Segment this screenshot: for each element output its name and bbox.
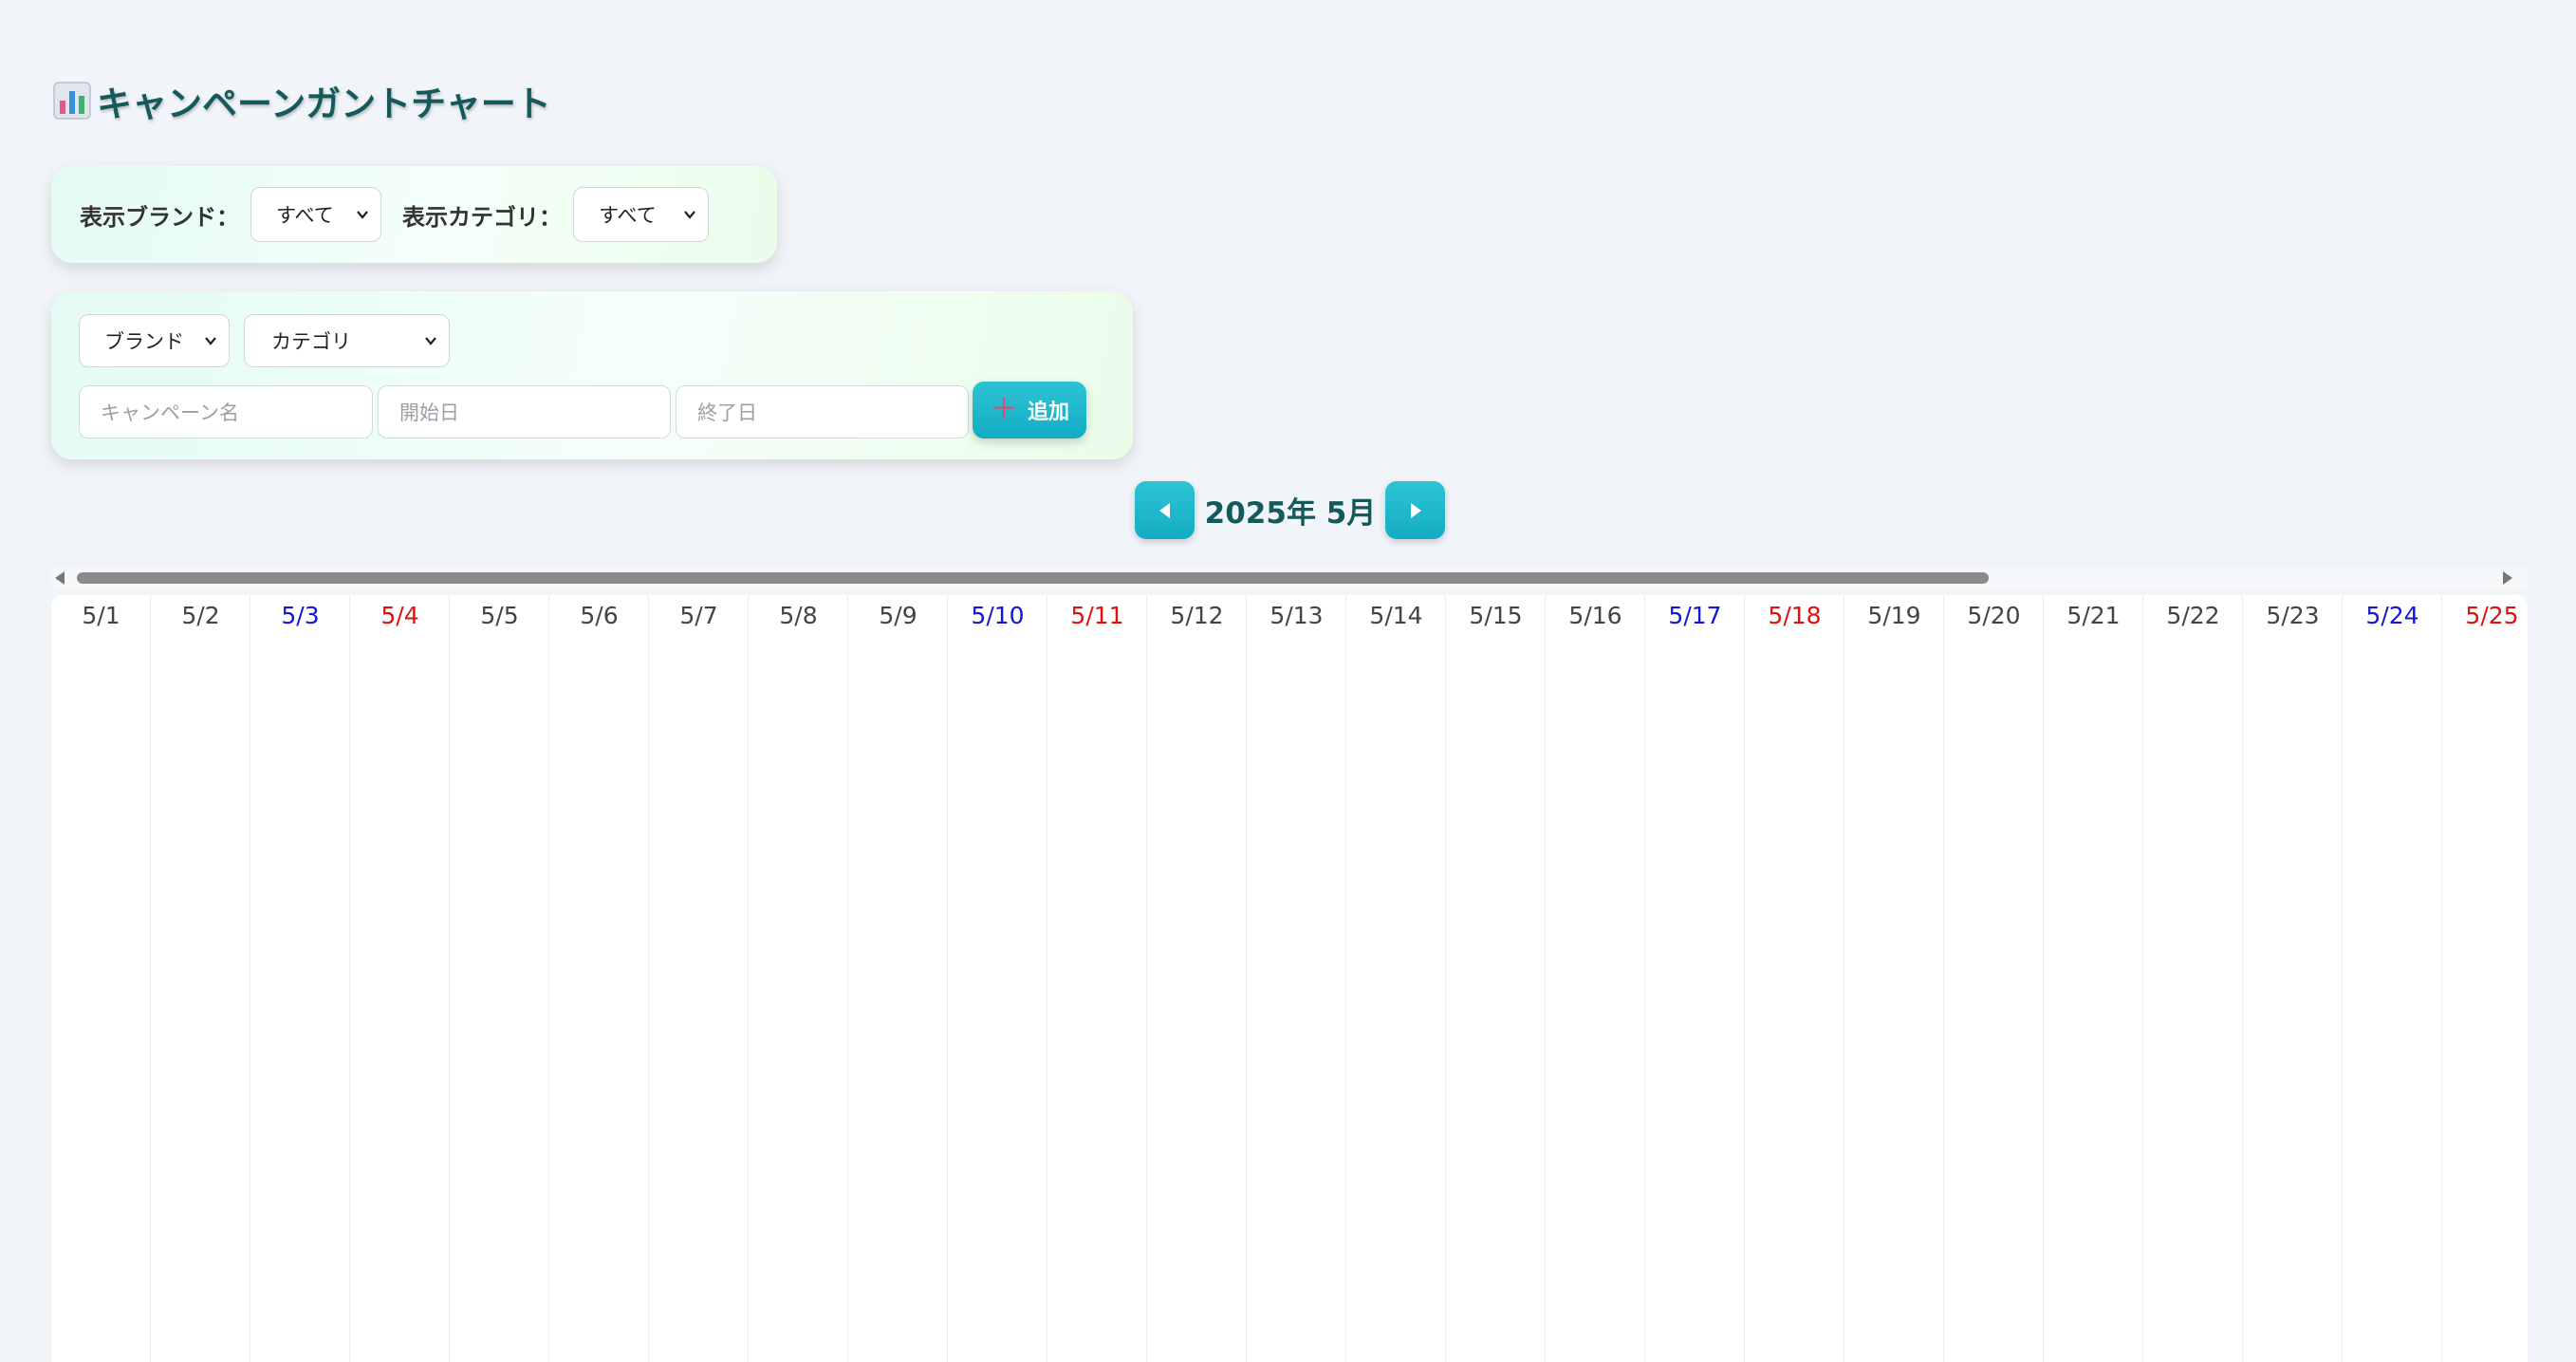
day-column: 5/15 <box>1446 595 1546 1362</box>
add-button[interactable]: ＋ 追加 <box>973 382 1086 438</box>
add-button-label: 追加 <box>1027 401 1069 424</box>
day-column: 5/24 <box>2343 595 2442 1362</box>
day-label: 5/12 <box>1170 601 1224 629</box>
day-column: 5/21 <box>2044 595 2143 1362</box>
day-column: 5/16 <box>1546 595 1645 1362</box>
day-label: 5/22 <box>2166 601 2220 629</box>
day-label: 5/2 <box>181 601 220 629</box>
day-label: 5/23 <box>2266 601 2320 629</box>
end-date-input[interactable]: 終了日 <box>676 385 969 438</box>
triangle-left-icon <box>1158 502 1170 518</box>
prev-month-button[interactable] <box>1135 481 1195 539</box>
brand-filter-label: 表示ブランド： <box>80 203 239 231</box>
day-column: 5/20 <box>1944 595 2044 1362</box>
day-label: 5/9 <box>879 601 917 629</box>
day-label: 5/13 <box>1269 601 1324 629</box>
day-column: 5/3 <box>250 595 350 1362</box>
campaign-name-input[interactable]: キャンペーン名 <box>79 385 373 438</box>
day-label: 5/16 <box>1568 601 1622 629</box>
bar-chart-icon <box>53 82 91 120</box>
day-column: 5/13 <box>1247 595 1346 1362</box>
category-filter-label: 表示カテゴリ： <box>402 203 562 231</box>
day-column: 5/22 <box>2143 595 2243 1362</box>
triangle-right-icon <box>1410 502 1421 518</box>
day-label: 5/19 <box>1867 601 1921 629</box>
day-label: 5/24 <box>2365 601 2419 629</box>
day-column: 5/7 <box>649 595 749 1362</box>
day-label: 5/10 <box>971 601 1025 629</box>
day-label: 5/8 <box>779 601 818 629</box>
page-title-text: キャンペーンガントチャート <box>97 84 551 124</box>
day-column: 5/2 <box>151 595 250 1362</box>
day-label: 5/6 <box>580 601 619 629</box>
brand-filter-select[interactable]: すべて <box>250 187 381 242</box>
day-label: 5/25 <box>2465 601 2519 629</box>
category-select-value: カテゴリ <box>271 330 351 353</box>
scrollbar-thumb[interactable] <box>77 572 1989 584</box>
day-column: 5/5 <box>450 595 549 1362</box>
category-filter-value: すべて <box>599 204 657 227</box>
scroll-left-icon[interactable] <box>55 571 65 585</box>
day-column: 5/10 <box>948 595 1047 1362</box>
category-select[interactable]: カテゴリ <box>244 314 450 367</box>
chevron-down-icon <box>205 337 216 345</box>
day-column: 5/11 <box>1047 595 1147 1362</box>
brand-select-value: ブランド <box>104 330 184 353</box>
scroll-right-icon[interactable] <box>2503 571 2512 585</box>
chevron-down-icon <box>425 337 436 345</box>
day-column: 5/9 <box>848 595 948 1362</box>
campaign-name-placeholder: キャンペーン名 <box>101 401 239 424</box>
day-label: 5/21 <box>2066 601 2121 629</box>
plus-icon: ＋ <box>989 393 1018 426</box>
day-label: 5/5 <box>480 601 519 629</box>
current-month-label: 2025年 5月 <box>1204 496 1377 531</box>
day-label: 5/4 <box>380 601 419 629</box>
day-column: 5/17 <box>1645 595 1745 1362</box>
day-label: 5/18 <box>1768 601 1822 629</box>
day-column: 5/19 <box>1844 595 1944 1362</box>
day-label: 5/11 <box>1070 601 1124 629</box>
page-title: キャンペーンガントチャート <box>53 74 551 127</box>
horizontal-scrollbar[interactable] <box>51 567 2528 589</box>
start-date-placeholder: 開始日 <box>399 401 459 424</box>
day-column: 5/23 <box>2243 595 2343 1362</box>
next-month-button[interactable] <box>1385 481 1445 539</box>
brand-select[interactable]: ブランド <box>79 314 230 367</box>
day-label: 5/17 <box>1668 601 1722 629</box>
day-label: 5/15 <box>1469 601 1523 629</box>
day-column: 5/6 <box>549 595 649 1362</box>
day-label: 5/14 <box>1369 601 1423 629</box>
chevron-down-icon <box>357 211 368 219</box>
day-column: 5/25 <box>2442 595 2528 1362</box>
chevron-down-icon <box>684 211 695 219</box>
day-column: 5/8 <box>749 595 848 1362</box>
brand-filter-value: すべて <box>276 204 334 227</box>
gantt-chart: 5/1 5/2 5/3 5/4 5/5 5/6 5/7 5/8 5/9 5/10 5/11 5/12 5… <box>51 595 2528 1362</box>
day-label: 5/3 <box>281 601 320 629</box>
day-column: 5/14 <box>1346 595 1446 1362</box>
day-column: 5/1 <box>51 595 151 1362</box>
day-label: 5/1 <box>82 601 120 629</box>
day-label: 5/20 <box>1967 601 2021 629</box>
end-date-placeholder: 終了日 <box>697 401 757 424</box>
filter-panel: 表示ブランド： すべて 表示カテゴリ： すべて <box>51 166 777 263</box>
day-label: 5/7 <box>679 601 718 629</box>
day-column: 5/12 <box>1147 595 1247 1362</box>
day-column: 5/18 <box>1745 595 1844 1362</box>
category-filter-select[interactable]: すべて <box>573 187 709 242</box>
start-date-input[interactable]: 開始日 <box>378 385 671 438</box>
day-column: 5/4 <box>350 595 450 1362</box>
